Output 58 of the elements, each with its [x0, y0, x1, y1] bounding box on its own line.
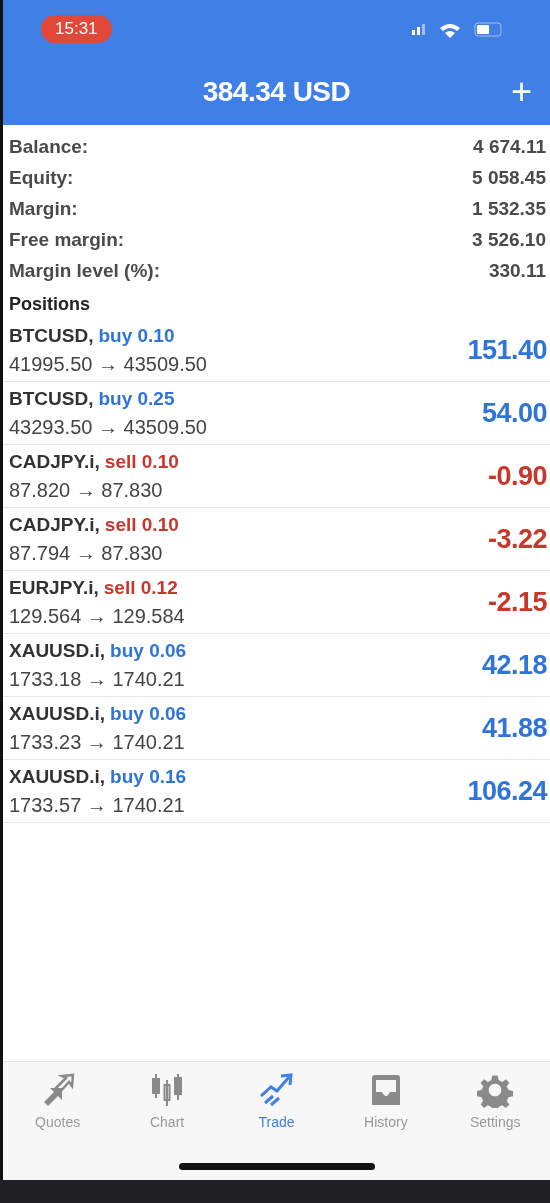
profit-value: -3.22 [487, 523, 547, 555]
order-type-text: sell 0.10 [104, 450, 179, 473]
symbol-text: BTCUSD, [9, 324, 94, 347]
profit-value: 151.40 [467, 334, 547, 366]
battery-icon [474, 21, 502, 37]
price-text: 87.794 → 87.830 [9, 541, 164, 565]
symbol-text: XAUUSD.i, [9, 765, 106, 788]
profit-value: 106.24 [467, 775, 547, 807]
symbol-text: XAUUSD.i, [9, 702, 106, 725]
trend-arrow-icon [258, 1072, 295, 1108]
price-text: 43293.50 → 43509.50 [9, 415, 207, 439]
summary-label: Free margin: [9, 228, 125, 251]
profit-value: 42.18 [481, 649, 547, 681]
price-text: 129.564 → 129.584 [9, 604, 185, 628]
position-row[interactable]: XAUUSD.i, buy 0.16 1733.57 → 1740.21 106.24 [3, 760, 550, 823]
symbol-text: XAUUSD.i, [9, 639, 106, 662]
order-type-text: buy 0.25 [98, 387, 175, 410]
symbol-text: CADJPY.i, [9, 450, 100, 473]
status-time: 15:31 [41, 15, 112, 43]
order-type-text: buy 0.06 [110, 639, 187, 662]
order-type-text: sell 0.10 [104, 513, 179, 536]
symbol-text: CADJPY.i, [9, 513, 100, 536]
section-title: Positions [8, 293, 91, 316]
position-row[interactable]: XAUUSD.i, buy 0.06 1733.18 → 1740.21 42.18 [3, 634, 550, 697]
summary-value: 3 526.10 [472, 228, 546, 251]
position-row[interactable]: CADJPY.i, sell 0.10 87.820 → 87.830 -0.90 [3, 445, 550, 508]
price-text: 1733.23 → 1740.21 [9, 730, 186, 754]
summary-label: Equity: [9, 166, 74, 189]
summary-value: 4 674.11 [473, 135, 546, 158]
order-type-text: buy 0.06 [110, 702, 187, 725]
symbol-text: EURJPY.i, [9, 576, 99, 599]
position-row[interactable]: XAUUSD.i, buy 0.06 1733.23 → 1740.21 41.88 [3, 697, 550, 760]
summary-label: Margin level (%): [9, 259, 160, 282]
price-text: 1733.57 → 1740.21 [9, 793, 186, 817]
price-text: 1733.18 → 1740.21 [9, 667, 186, 691]
signal-icon [412, 23, 426, 35]
tab-item[interactable]: Trade [226, 1072, 327, 1130]
price-text: 41995.50 → 43509.50 [9, 352, 207, 376]
summary-value: 5 058.45 [472, 166, 546, 189]
position-row[interactable]: EURJPY.i, sell 0.12 129.564 → 129.584 -2.15 [3, 571, 550, 634]
order-type-text: buy 0.16 [110, 765, 187, 788]
order-type-text: buy 0.10 [98, 324, 175, 347]
position-row[interactable]: BTCUSD, buy 0.25 43293.50 → 43509.50 54.00 [3, 382, 550, 445]
add-button[interactable]: + [510, 73, 532, 110]
summary-label: Margin: [9, 197, 78, 220]
price-text: 87.820 → 87.830 [9, 478, 164, 502]
profit-value: 54.00 [481, 397, 547, 429]
position-row[interactable]: BTCUSD, buy 0.10 41995.50 → 43509.50 151.40 [3, 319, 550, 382]
profit-value: -2.15 [487, 586, 547, 618]
profit-value: -0.90 [487, 460, 547, 492]
symbol-text: BTCUSD, [9, 387, 94, 410]
order-type-text: sell 0.12 [103, 576, 178, 599]
profit-value: 41.88 [481, 712, 547, 744]
summary-value: 1 532.35 [472, 197, 546, 220]
summary-label: Balance: [9, 135, 89, 158]
position-row[interactable]: CADJPY.i, sell 0.10 87.794 → 87.830 -3.22 [3, 508, 550, 571]
header-title: 384.34 USD [202, 75, 351, 108]
summary-value: 330.11 [488, 259, 546, 282]
